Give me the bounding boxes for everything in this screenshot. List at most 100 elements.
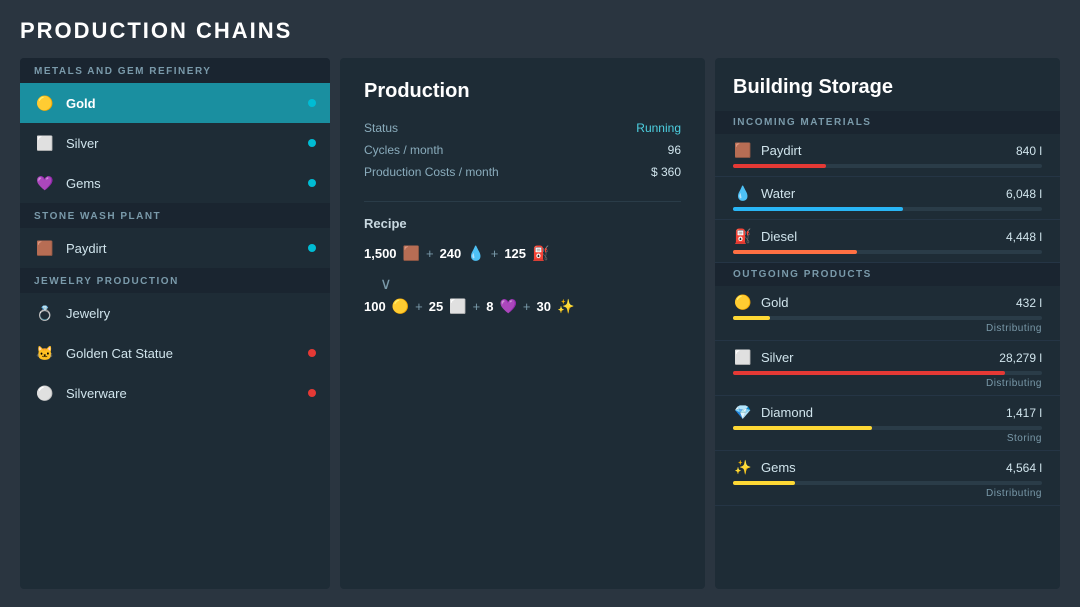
sidebar-item-label: Golden Cat Statue xyxy=(66,346,298,361)
gold-status: Distributing xyxy=(733,323,1042,334)
divider xyxy=(364,201,681,202)
gems-bar-fill xyxy=(733,481,795,485)
costs-value: $ 360 xyxy=(651,165,681,179)
sidebar-item-gold[interactable]: 🟡 Gold xyxy=(20,83,330,123)
gems-storage-icon: ✨ xyxy=(733,459,753,476)
storage-item-diamond: 💎 Diamond 1,417 l Storing xyxy=(715,396,1060,451)
storage-item-gold: 🟡 Gold 432 l Distributing xyxy=(715,286,1060,341)
silver-progress xyxy=(733,371,1042,375)
silver-icon: ⬜ xyxy=(34,132,56,154)
status-dot xyxy=(308,99,316,107)
costs-row: Production Costs / month $ 360 xyxy=(364,165,681,179)
status-label: Status xyxy=(364,121,398,135)
gems-icon: 💜 xyxy=(34,172,56,194)
recipe-title: Recipe xyxy=(364,216,681,231)
diesel-amount: 4,448 l xyxy=(1006,230,1042,244)
sidebar-item-silver[interactable]: ⬜ Silver xyxy=(20,123,330,163)
page-title: PRODUCTION CHAINS xyxy=(20,18,1060,44)
paydirt-progress xyxy=(733,164,1042,168)
status-dot xyxy=(308,349,316,357)
paydirt-recipe-icon: 🟫 xyxy=(403,245,420,262)
status-dot xyxy=(308,179,316,187)
mid-panel: Production Status Running Cycles / month… xyxy=(340,58,705,589)
outgoing-header: OUTGOING PRODUCTS xyxy=(715,263,1060,286)
paydirt-storage-label: Paydirt xyxy=(761,143,801,158)
water-bar-fill xyxy=(733,207,903,211)
water-storage-icon: 💧 xyxy=(733,185,753,202)
right-panel: Building Storage INCOMING MATERIALS 🟫 Pa… xyxy=(715,58,1060,589)
gold-progress xyxy=(733,316,1042,320)
recipe-arrow: ∨ xyxy=(380,274,681,294)
recipe-inputs: 1,500 🟫 + 240 💧 + 125 ⛽ xyxy=(364,245,681,262)
storage-item-diesel: ⛽ Diesel 4,448 l xyxy=(715,220,1060,263)
water-storage-label: Water xyxy=(761,186,795,201)
diamond-status: Storing xyxy=(733,433,1042,444)
sidebar-item-label: Paydirt xyxy=(66,241,298,256)
production-panel-title: Production xyxy=(364,80,681,103)
bonus-output-icon: ✨ xyxy=(557,298,574,315)
main-layout: METALS AND GEM REFINERY 🟡 Gold ⬜ Silver … xyxy=(20,58,1060,589)
gold-output-icon: 🟡 xyxy=(392,298,409,315)
water-recipe-icon: 💧 xyxy=(467,245,484,262)
diesel-bar-fill xyxy=(733,250,857,254)
incoming-header: INCOMING MATERIALS xyxy=(715,111,1060,134)
cycles-row: Cycles / month 96 xyxy=(364,143,681,157)
left-panel: METALS AND GEM REFINERY 🟡 Gold ⬜ Silver … xyxy=(20,58,330,589)
status-dot xyxy=(308,389,316,397)
gold-storage-label: Gold xyxy=(761,295,788,310)
recipe-outputs: 100 🟡 + 25 ⬜ + 8 💜 + 30 ✨ xyxy=(364,298,681,315)
cycles-label: Cycles / month xyxy=(364,143,443,157)
diesel-storage-icon: ⛽ xyxy=(733,228,753,245)
building-storage-title: Building Storage xyxy=(715,58,1060,111)
diamond-bar-fill xyxy=(733,426,872,430)
gems-progress xyxy=(733,481,1042,485)
section-header-metals: METALS AND GEM REFINERY xyxy=(20,58,330,83)
paydirt-icon: 🟫 xyxy=(34,237,56,259)
status-value: Running xyxy=(636,121,681,135)
sidebar-item-golden-cat[interactable]: 🐱 Golden Cat Statue xyxy=(20,333,330,373)
gold-bar-fill xyxy=(733,316,770,320)
storage-item-water: 💧 Water 6,048 l xyxy=(715,177,1060,220)
section-header-stone: STONE WASH PLANT xyxy=(20,203,330,228)
diamond-storage-label: Diamond xyxy=(761,405,813,420)
sidebar-item-label: Gold xyxy=(66,96,298,111)
storage-item-paydirt: 🟫 Paydirt 840 l xyxy=(715,134,1060,177)
cycles-value: 96 xyxy=(668,143,681,157)
golden-cat-icon: 🐱 xyxy=(34,342,56,364)
jewelry-icon: 💍 xyxy=(34,302,56,324)
sidebar-item-label: Silver xyxy=(66,136,298,151)
gems-status: Distributing xyxy=(733,488,1042,499)
silver-amount: 28,279 l xyxy=(999,351,1042,365)
gold-amount: 432 l xyxy=(1016,296,1042,310)
gold-icon: 🟡 xyxy=(34,92,56,114)
storage-item-silver: ⬜ Silver 28,279 l Distributing xyxy=(715,341,1060,396)
silver-bar-fill xyxy=(733,371,1005,375)
silver-storage-icon: ⬜ xyxy=(733,349,753,366)
sidebar-item-label: Gems xyxy=(66,176,298,191)
silverware-icon: ⚪ xyxy=(34,382,56,404)
silver-storage-label: Silver xyxy=(761,350,794,365)
paydirt-amount: 840 l xyxy=(1016,144,1042,158)
diesel-recipe-icon: ⛽ xyxy=(532,245,549,262)
gems-output-icon: 💜 xyxy=(499,298,516,315)
paydirt-storage-icon: 🟫 xyxy=(733,142,753,159)
sidebar-item-gems[interactable]: 💜 Gems xyxy=(20,163,330,203)
costs-label: Production Costs / month xyxy=(364,165,499,179)
silver-status: Distributing xyxy=(733,378,1042,389)
diamond-progress xyxy=(733,426,1042,430)
sidebar-item-paydirt[interactable]: 🟫 Paydirt xyxy=(20,228,330,268)
sidebar-item-label: Silverware xyxy=(66,386,298,401)
status-dot xyxy=(308,139,316,147)
sidebar-item-silverware[interactable]: ⚪ Silverware xyxy=(20,373,330,413)
paydirt-bar-fill xyxy=(733,164,826,168)
diesel-progress xyxy=(733,250,1042,254)
diamond-storage-icon: 💎 xyxy=(733,404,753,421)
diamond-amount: 1,417 l xyxy=(1006,406,1042,420)
sidebar-item-jewelry[interactable]: 💍 Jewelry xyxy=(20,293,330,333)
silver-output-icon: ⬜ xyxy=(449,298,466,315)
gems-storage-label: Gems xyxy=(761,460,796,475)
sidebar-item-label: Jewelry xyxy=(66,306,316,321)
status-dot xyxy=(308,244,316,252)
diesel-storage-label: Diesel xyxy=(761,229,797,244)
status-row: Status Running xyxy=(364,121,681,135)
